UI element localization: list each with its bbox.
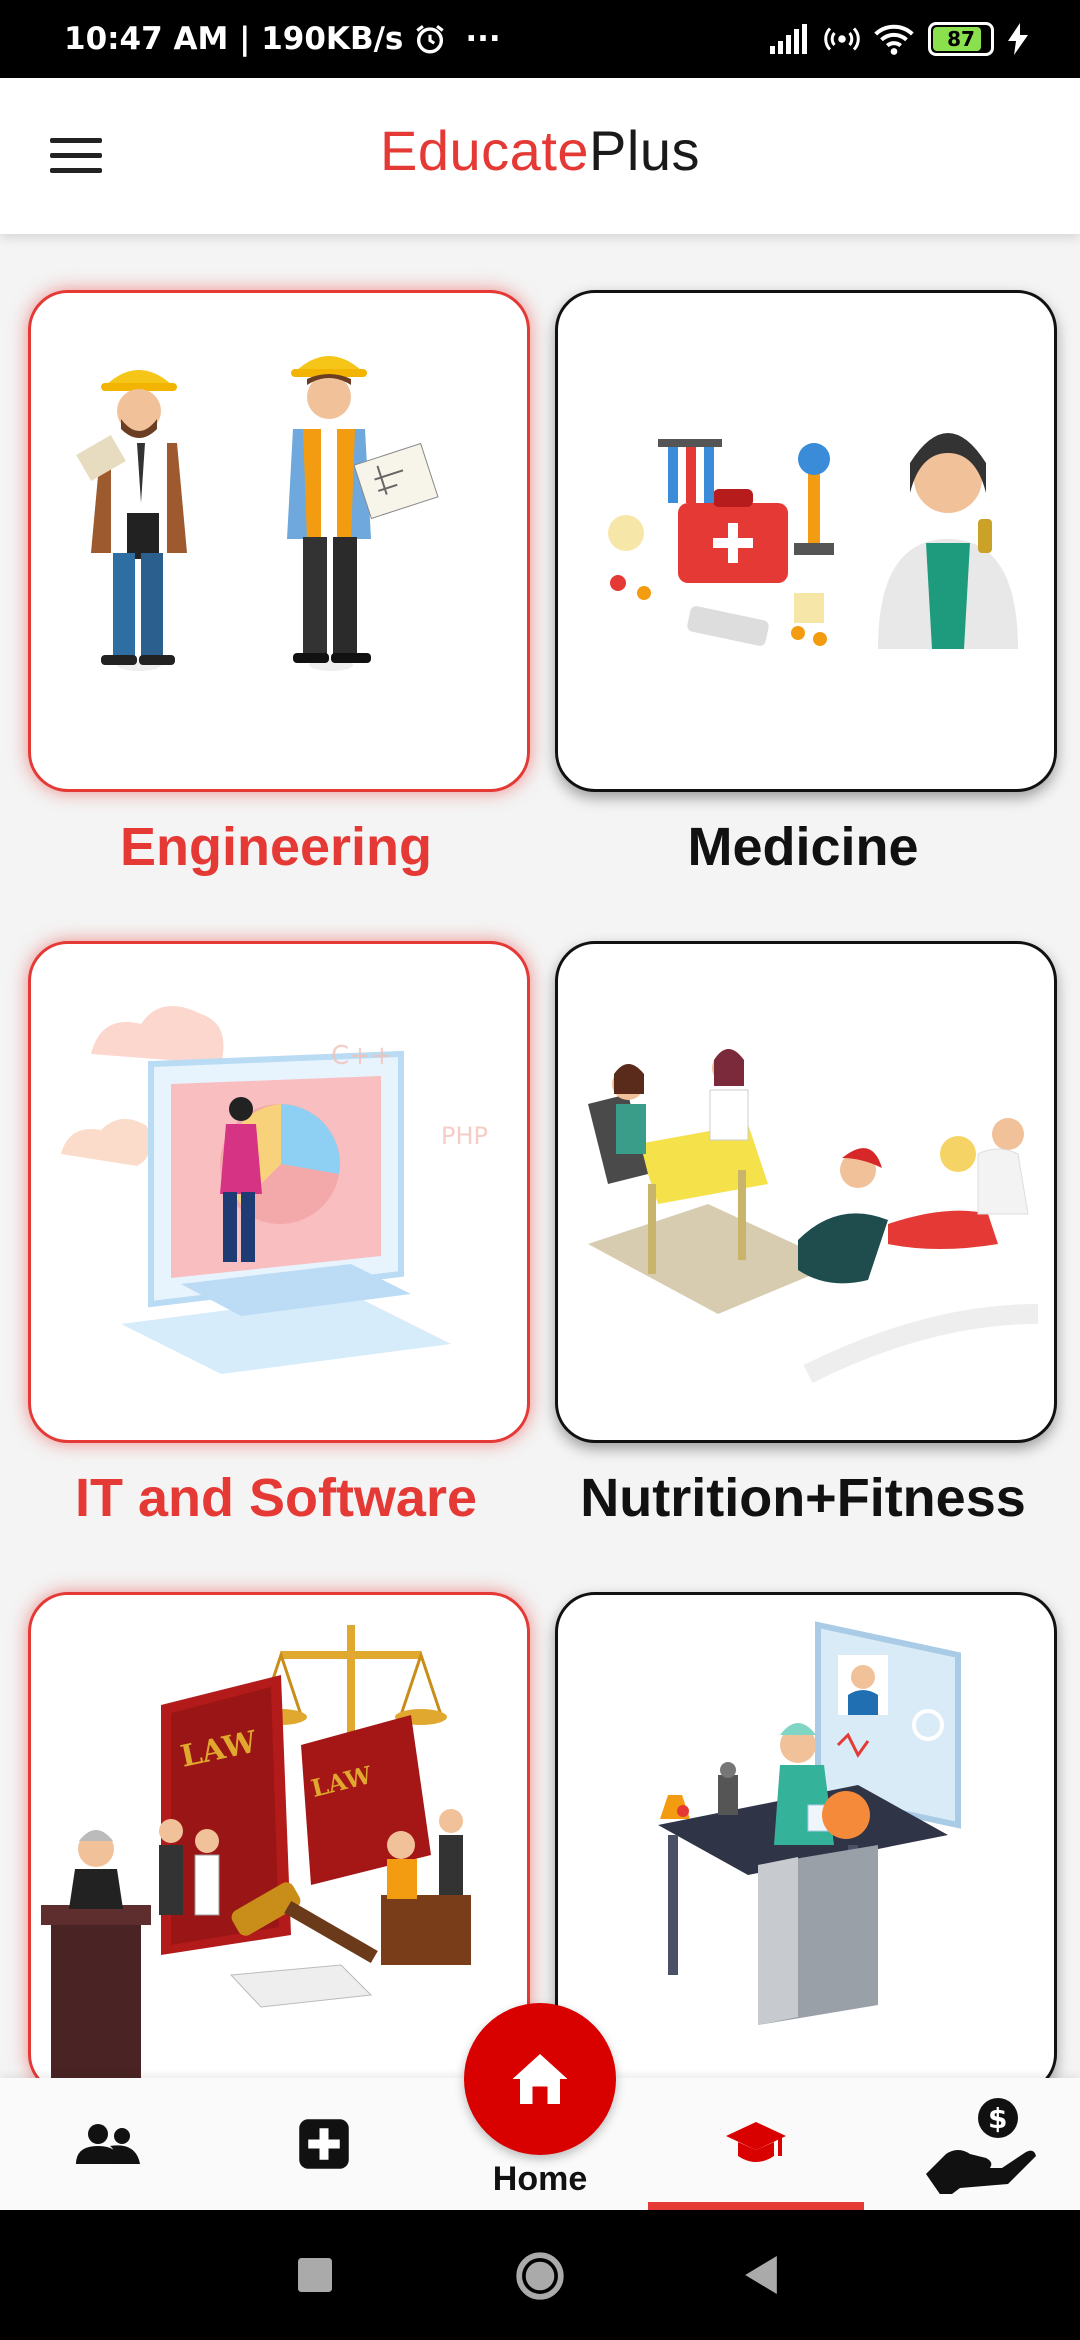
graduation-cap-icon[interactable] xyxy=(676,2078,836,2210)
category-label-engineering[interactable]: Engineering xyxy=(16,816,536,878)
status-time-speed: 10:47 AM | 190KB/s xyxy=(64,21,404,57)
status-more-icon: ··· xyxy=(465,21,501,57)
category-card-law[interactable]: LAW LAW xyxy=(28,1592,530,2094)
people-icon[interactable] xyxy=(28,2078,188,2210)
doctor-illustration xyxy=(608,433,1018,649)
svg-text:C++: C++ xyxy=(331,1041,393,1071)
category-card-it-software[interactable]: C++ PHP xyxy=(28,941,530,1443)
app-title: EducatePlus xyxy=(0,118,1080,183)
home-icon xyxy=(512,2054,568,2104)
lab-research-illustration xyxy=(658,1621,961,2025)
brand-part2: Plus xyxy=(589,119,700,182)
home-label[interactable]: Home xyxy=(440,2160,640,2199)
system-navigation-bar xyxy=(0,2210,1080,2340)
back-triangle-icon[interactable] xyxy=(744,2256,778,2294)
charging-icon xyxy=(1008,23,1028,55)
category-label-it-software[interactable]: IT and Software xyxy=(16,1467,536,1529)
wifi-icon xyxy=(874,24,914,55)
category-label-medicine[interactable]: Medicine xyxy=(543,816,1063,878)
home-circle-icon[interactable] xyxy=(514,2250,566,2302)
category-card-nutrition-fitness[interactable] xyxy=(555,941,1057,1443)
hotspot-icon xyxy=(824,27,860,51)
app-header: EducatePlus xyxy=(0,78,1080,234)
software-illustration: C++ PHP xyxy=(61,1006,488,1374)
donate-hand-icon[interactable]: $ xyxy=(892,2078,1072,2210)
fitness-illustration xyxy=(588,1049,1039,1383)
status-bar: 10:47 AM | 190KB/s ··· 87 xyxy=(0,0,1080,78)
category-label-nutrition-fitness[interactable]: Nutrition+Fitness xyxy=(543,1467,1063,1529)
law-illustration: LAW LAW xyxy=(41,1625,471,2091)
svg-text:PHP: PHP xyxy=(441,1122,488,1150)
alarm-icon xyxy=(416,25,445,54)
recents-square-icon[interactable] xyxy=(298,2258,332,2292)
engineers-illustration xyxy=(76,356,439,671)
home-button[interactable] xyxy=(464,2003,616,2155)
category-card-engineering[interactable] xyxy=(28,290,530,792)
brand-part1: Educate xyxy=(380,119,590,182)
active-tab-indicator xyxy=(648,2202,864,2210)
category-card-research[interactable] xyxy=(555,1592,1057,2094)
battery-level: 87 xyxy=(947,27,975,51)
battery-icon: 87 xyxy=(928,22,994,56)
signal-icon xyxy=(770,24,807,54)
category-card-medicine[interactable] xyxy=(555,290,1057,792)
svg-text:$: $ xyxy=(988,2102,1007,2135)
medical-plus-icon[interactable] xyxy=(244,2078,404,2210)
